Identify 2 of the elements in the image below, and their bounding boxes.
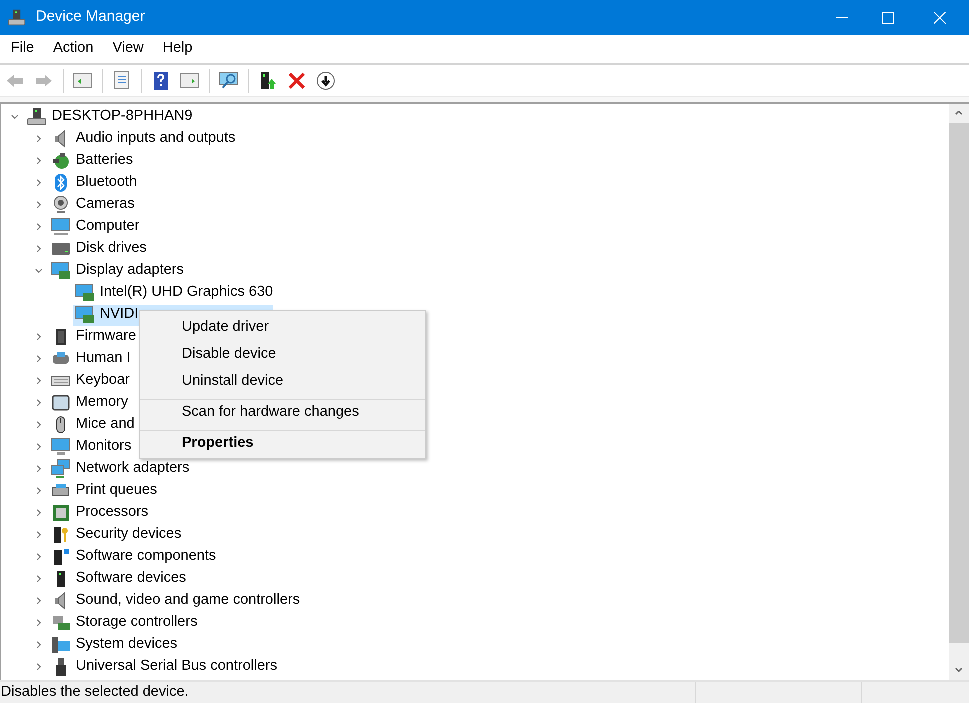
status-text: Disables the selected device. xyxy=(1,682,189,702)
window-title: Device Manager xyxy=(36,7,146,28)
